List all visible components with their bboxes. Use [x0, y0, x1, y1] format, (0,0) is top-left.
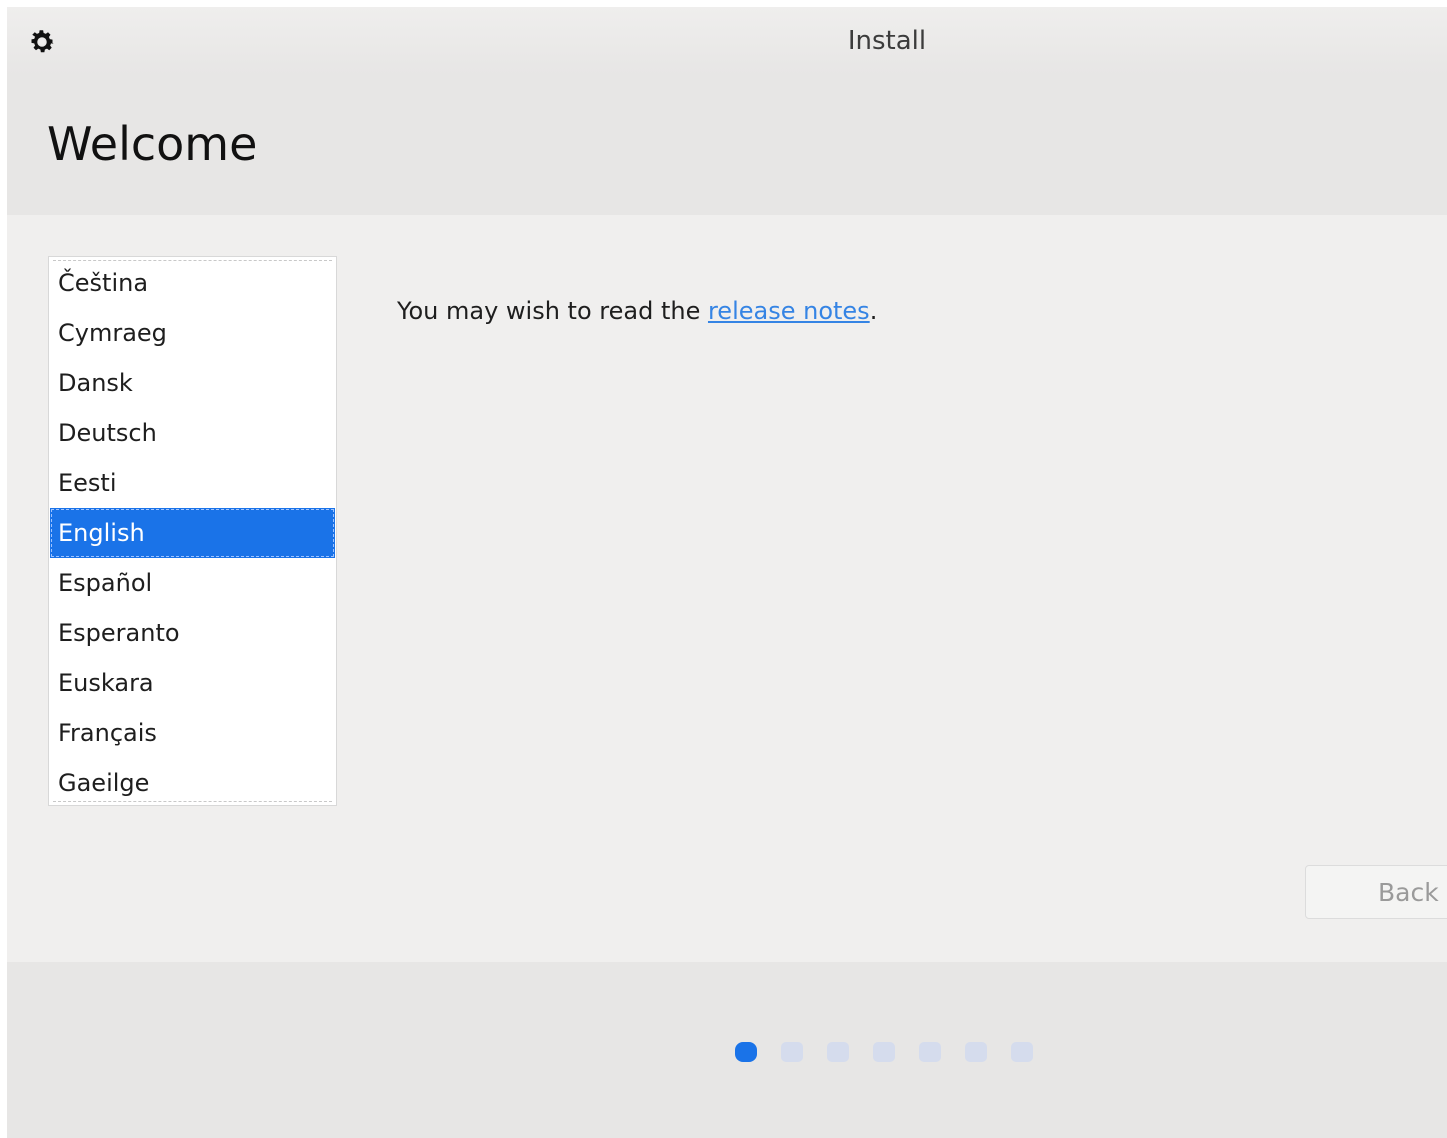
progress-dot — [1011, 1042, 1033, 1062]
window-title: Install — [847, 26, 927, 56]
language-item[interactable]: Euskara — [50, 658, 335, 708]
language-list[interactable]: Čeština Cymraeg Dansk Deutsch Eesti English Es… — [48, 256, 337, 806]
page-header: Welcome — [7, 75, 1447, 215]
progress-dot — [735, 1042, 757, 1062]
page-title: Welcome — [47, 117, 258, 171]
progress-dot — [919, 1042, 941, 1062]
back-button[interactable]: Back — [1305, 865, 1447, 919]
language-item[interactable]: Dansk — [50, 358, 335, 408]
progress-dot — [781, 1042, 803, 1062]
title-bar: Install — [7, 7, 1447, 75]
progress-dot — [873, 1042, 895, 1062]
language-item[interactable]: Esperanto — [50, 608, 335, 658]
language-item[interactable]: Eesti — [50, 458, 335, 508]
language-item[interactable]: Français — [50, 708, 335, 758]
language-item[interactable]: Čeština — [50, 258, 335, 308]
footer — [7, 962, 1447, 1138]
installer-window: Install Welcome Čeština Cymraeg Dansk Deuts… — [7, 7, 1447, 1138]
language-item[interactable]: Deutsch — [50, 408, 335, 458]
language-item[interactable]: Español — [50, 558, 335, 608]
progress-dot — [965, 1042, 987, 1062]
language-item[interactable]: Cymraeg — [50, 308, 335, 358]
language-item[interactable]: English — [50, 508, 335, 558]
release-notes-link[interactable]: release notes — [708, 297, 870, 325]
language-item[interactable]: Gaeilge — [50, 758, 335, 805]
release-notes-suffix: . — [869, 297, 878, 325]
progress-dot — [827, 1042, 849, 1062]
release-notes-prefix: You may wish to read the — [397, 297, 708, 325]
release-notes-text: You may wish to read the release notes. — [397, 297, 877, 325]
gear-icon[interactable] — [25, 25, 59, 59]
